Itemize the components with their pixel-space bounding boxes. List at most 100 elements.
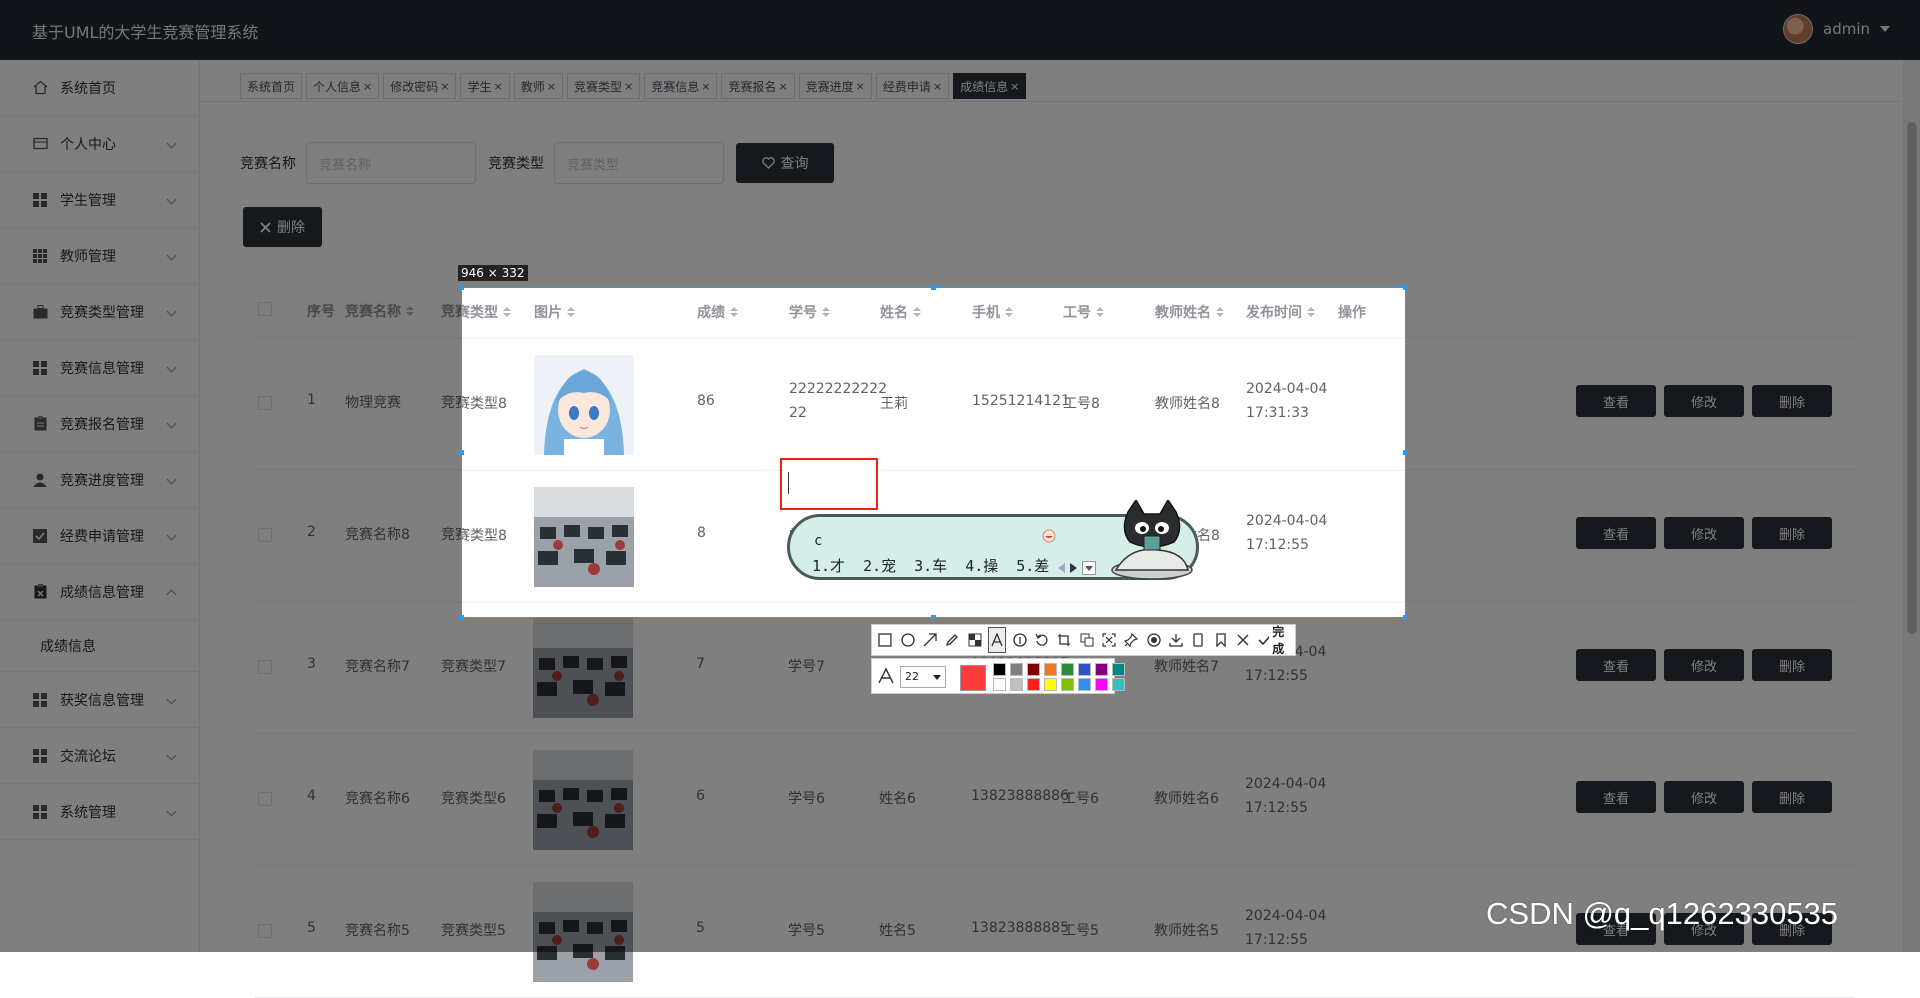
resize-handle[interactable] xyxy=(1403,450,1408,455)
color-swatch[interactable] xyxy=(1010,678,1023,691)
selection-size-label: 946 × 332 xyxy=(458,265,528,281)
phone-tool-icon[interactable] xyxy=(1189,627,1207,653)
color-swatch[interactable] xyxy=(1112,678,1125,691)
arrow-tool-icon[interactable] xyxy=(921,627,939,653)
cancel-capture-icon[interactable] xyxy=(1234,627,1252,653)
column-header[interactable]: 工号 xyxy=(1063,302,1104,322)
cell-student-name: 王莉 xyxy=(880,396,908,412)
ime-input-text: c xyxy=(814,533,823,549)
table-header: 序号竞赛名称竞赛类型图片成绩学号姓名手机工号教师姓名发布时间操作 xyxy=(462,288,1405,339)
competition-image xyxy=(534,355,634,455)
text-tool-icon[interactable] xyxy=(987,627,1007,653)
color-swatch[interactable] xyxy=(1078,678,1091,691)
resize-handle[interactable] xyxy=(1403,285,1408,290)
ime-candidate[interactable]: 2.宠 xyxy=(863,555,896,576)
column-header[interactable]: 竞赛类型 xyxy=(462,302,511,322)
color-swatch[interactable] xyxy=(993,663,1006,676)
watermark: CSDN @q_q1262330535 xyxy=(1486,896,1839,931)
current-color-swatch[interactable] xyxy=(960,665,986,691)
done-button[interactable]: 完成 xyxy=(1258,623,1291,657)
cell-time: 2024-04-04 17:12:55 xyxy=(1246,513,1328,553)
ime-emoji-icon[interactable] xyxy=(1041,528,1057,544)
rectangle-tool-icon[interactable] xyxy=(876,627,894,653)
sort-icon[interactable] xyxy=(730,307,738,317)
check-icon xyxy=(1258,636,1270,646)
sort-icon[interactable] xyxy=(567,307,575,317)
color-swatch[interactable] xyxy=(1027,678,1040,691)
color-palette xyxy=(993,663,1127,691)
pin-tool-icon[interactable] xyxy=(1122,627,1140,653)
ime-candidate[interactable]: 1.才 xyxy=(812,555,845,576)
prev-page-icon[interactable] xyxy=(1058,563,1066,573)
text-cursor xyxy=(788,472,789,494)
column-header[interactable]: 图片 xyxy=(534,302,575,322)
font-size-select[interactable]: 22 xyxy=(900,666,946,688)
text-style-panel: 22 xyxy=(871,658,1125,694)
sort-icon[interactable] xyxy=(1005,307,1013,317)
pencil-tool-icon[interactable] xyxy=(943,627,961,653)
crop-tool-icon[interactable] xyxy=(1055,627,1073,653)
cell-teacher-no: 工号8 xyxy=(1063,396,1100,412)
resize-handle[interactable] xyxy=(459,285,464,290)
bookmark-tool-icon[interactable] xyxy=(1212,627,1230,653)
text-annotation-box[interactable] xyxy=(780,458,878,510)
record-tool-icon[interactable] xyxy=(1145,627,1163,653)
color-swatch[interactable] xyxy=(1061,663,1074,676)
sort-icon[interactable] xyxy=(503,307,511,317)
color-swatch[interactable] xyxy=(1078,663,1091,676)
column-header[interactable]: 成绩 xyxy=(697,302,738,322)
cell-score: 8 xyxy=(697,525,706,541)
color-swatch[interactable] xyxy=(1095,678,1108,691)
next-page-icon[interactable] xyxy=(1070,563,1078,573)
sort-icon[interactable] xyxy=(822,307,830,317)
ellipse-tool-icon[interactable] xyxy=(898,627,916,653)
resize-handle[interactable] xyxy=(931,615,936,620)
cell-phone: 15251214121 xyxy=(972,393,1070,409)
color-swatch[interactable] xyxy=(1044,678,1057,691)
copy-tool-icon[interactable] xyxy=(1078,627,1096,653)
number-tool-icon[interactable] xyxy=(1010,627,1028,653)
ocr-tool-icon[interactable] xyxy=(1100,627,1118,653)
table-row: 1物理竞赛竞赛类型8862222222222222王莉15251214121工号… xyxy=(462,339,1405,471)
column-header: 操作 xyxy=(1338,305,1366,321)
ime-mascot-cat xyxy=(1111,500,1193,580)
ime-candidates: 1.才 2.宠 3.车 4.操 5.差 xyxy=(812,555,1049,576)
cell-time: 2024-04-04 17:31:33 xyxy=(1246,381,1328,421)
sort-icon[interactable] xyxy=(1096,307,1104,317)
ime-candidate[interactable]: 5.差 xyxy=(1016,555,1049,576)
column-header[interactable]: 姓名 xyxy=(880,302,921,322)
ime-candidate[interactable]: 4.操 xyxy=(965,555,998,576)
color-swatch[interactable] xyxy=(1010,663,1023,676)
cell-score: 86 xyxy=(697,393,715,409)
sort-icon[interactable] xyxy=(1307,307,1315,317)
color-swatch[interactable] xyxy=(1095,663,1108,676)
download-tool-icon[interactable] xyxy=(1167,627,1185,653)
column-header[interactable]: 教师姓名 xyxy=(1155,302,1224,322)
ime-dropdown-icon[interactable] xyxy=(1082,561,1096,575)
column-header[interactable]: 学号 xyxy=(789,302,830,322)
color-swatch[interactable] xyxy=(1112,663,1125,676)
cell-type: 竞赛类型8 xyxy=(462,396,507,412)
done-label: 完成 xyxy=(1272,625,1285,656)
resize-handle[interactable] xyxy=(459,615,464,620)
cell-teacher-name: 教师姓名8 xyxy=(1155,396,1220,412)
column-header[interactable]: 发布时间 xyxy=(1246,302,1315,322)
resize-handle[interactable] xyxy=(931,285,936,290)
column-header[interactable]: 手机 xyxy=(972,302,1013,322)
competition-image xyxy=(534,487,634,587)
sort-icon[interactable] xyxy=(913,307,921,317)
cell-type: 竞赛类型8 xyxy=(462,528,507,544)
resize-handle[interactable] xyxy=(1403,615,1408,620)
resize-handle[interactable] xyxy=(459,450,464,455)
cell-student-no: 2222222222222 xyxy=(789,381,887,421)
color-swatch[interactable] xyxy=(1061,678,1074,691)
color-swatch[interactable] xyxy=(993,678,1006,691)
sort-icon[interactable] xyxy=(1216,307,1224,317)
color-swatch[interactable] xyxy=(1027,663,1040,676)
ime-candidate-window: c 1.才 2.宠 3.车 4.操 5.差 xyxy=(787,500,1203,582)
mosaic-tool-icon[interactable] xyxy=(965,627,983,653)
ime-paging xyxy=(1058,561,1096,575)
undo-icon[interactable] xyxy=(1033,627,1051,653)
color-swatch[interactable] xyxy=(1044,663,1057,676)
ime-candidate[interactable]: 3.车 xyxy=(914,555,947,576)
